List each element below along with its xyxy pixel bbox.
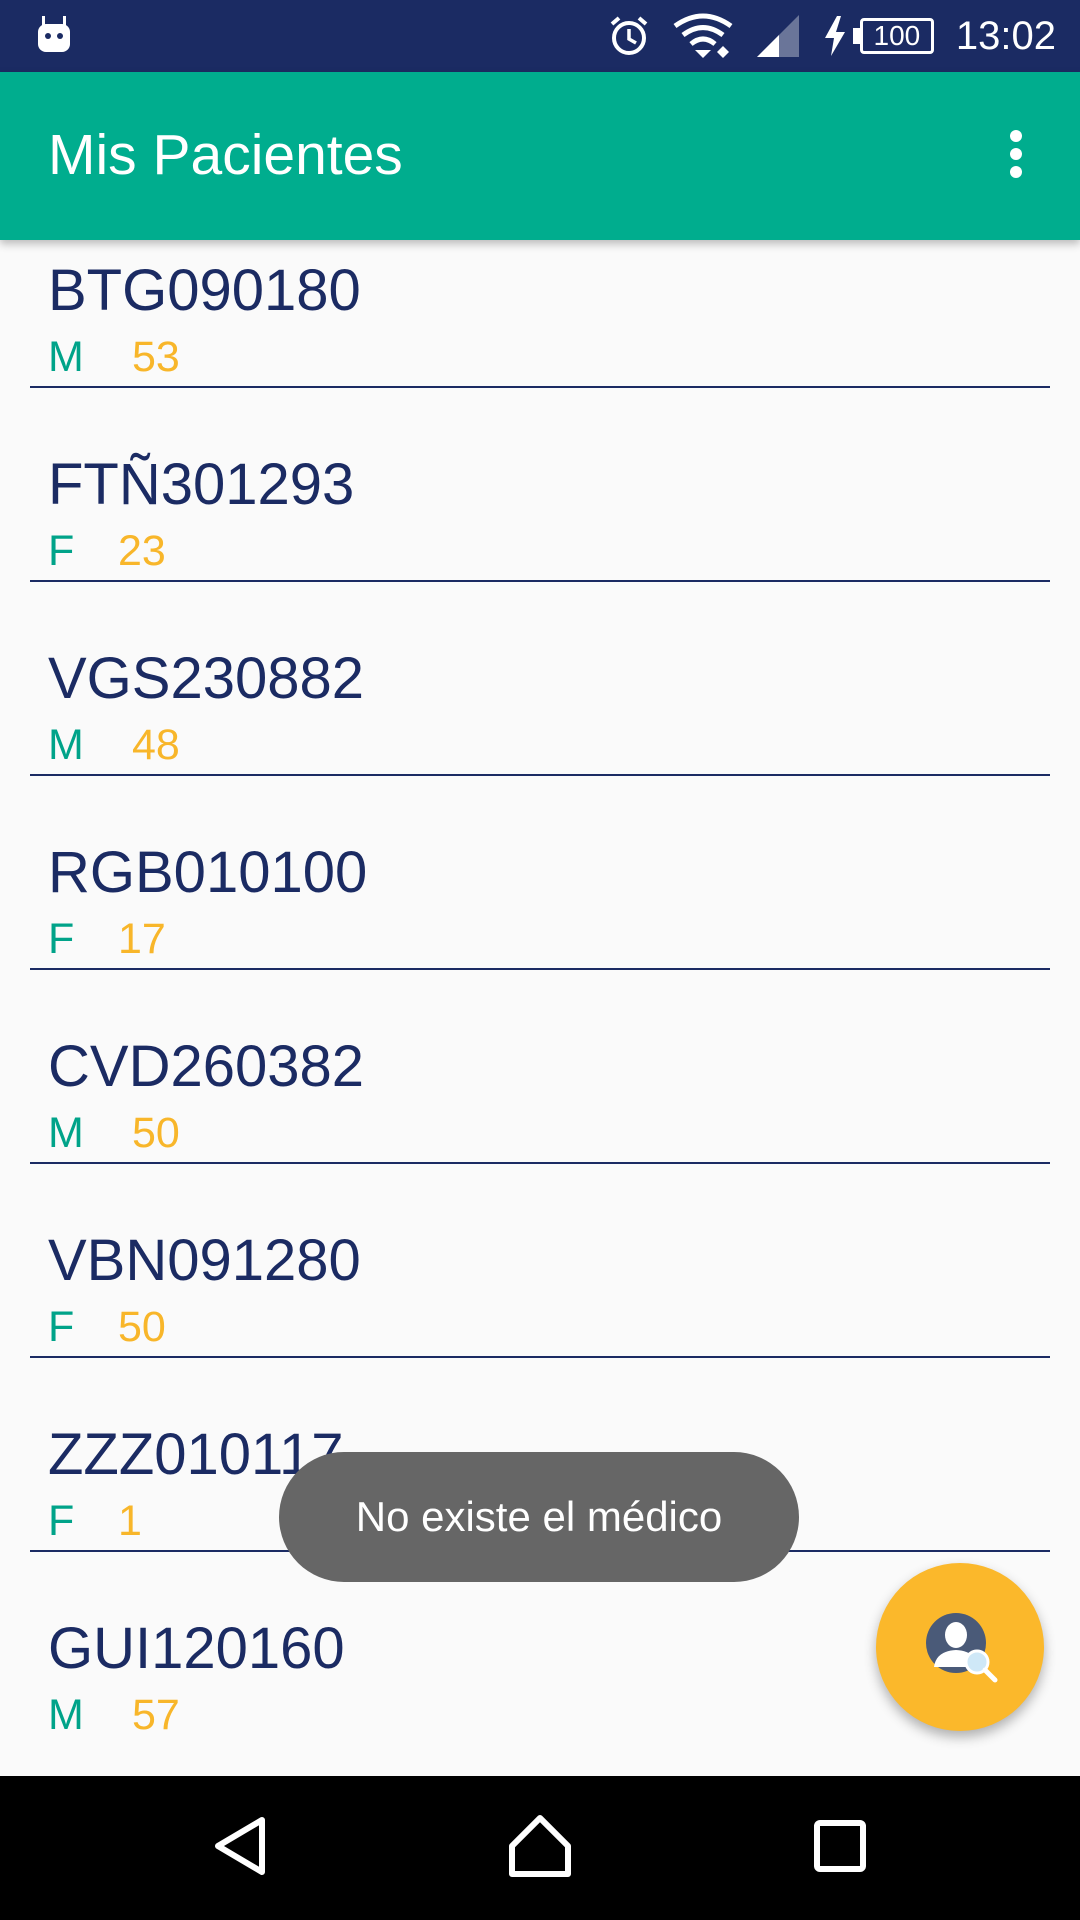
patient-age: 53 [132,333,180,381]
alarm-icon [607,14,651,58]
patient-sex: M [48,333,84,381]
recents-icon [812,1818,868,1879]
patient-row[interactable]: FTÑ301293 F 23 [0,388,1080,582]
patient-age: 17 [118,915,166,963]
patient-age: 48 [132,721,180,769]
overflow-menu-icon [1008,129,1024,184]
patient-age: 50 [118,1303,166,1351]
home-button[interactable] [500,1808,580,1888]
patient-code: VGS230882 [48,646,365,711]
patient-sex: M [48,1109,84,1157]
patient-row[interactable]: CVD260382 M 50 [0,970,1080,1164]
search-doctor-button[interactable] [876,1563,1044,1731]
screen: 100 13:02 Mis Pacientes BTG090180 M 53 F… [0,0,1080,1920]
patient-code: CVD260382 [48,1034,364,1099]
status-time: 13:02 [955,13,1056,58]
patient-details: F 23 [48,530,166,573]
overflow-menu-button[interactable] [982,122,1050,190]
status-bar: 100 13:02 [0,0,1080,72]
back-icon [210,1814,270,1883]
status-icons: 100 13:02 [607,0,1056,72]
patient-code: RGB010100 [48,840,368,905]
app-bar: Mis Pacientes [0,72,1080,240]
patient-code: VBN091280 [48,1228,361,1293]
patient-sex: F [48,1497,75,1545]
patient-details: M 48 [48,724,180,767]
patient-code: BTG090180 [48,258,361,323]
patient-details: F1 [48,1500,142,1543]
toast-message: No existe el médico [279,1452,799,1582]
android-notification-icon [36,14,72,54]
patient-details: M 53 [48,336,180,379]
patient-age: 50 [132,1109,180,1157]
patient-details: M 57 [48,1694,180,1737]
battery-icon: 100 [852,18,934,54]
patient-sex: F [48,527,75,575]
navigation-bar [0,1776,1080,1920]
patient-details: F 50 [48,1306,166,1349]
wifi-icon [673,12,733,60]
patient-row[interactable]: VGS230882 M 48 [0,582,1080,776]
battery-level: 100 [859,18,934,54]
patient-sex: M [48,721,84,769]
patient-details: M 50 [48,1112,180,1155]
patient-code: GUI120160 [48,1616,345,1681]
back-button[interactable] [200,1808,280,1888]
page-title: Mis Pacientes [48,123,403,187]
search-doctor-icon [920,1605,1000,1690]
cell-signal-icon [755,13,801,59]
patient-age: 23 [118,527,166,575]
patient-row[interactable]: BTG090180 M 53 [0,240,1080,388]
charging-icon [823,16,847,56]
patient-details: F 17 [48,918,166,961]
patient-sex: F [48,1303,75,1351]
patient-age: 57 [132,1691,180,1739]
patient-sex: M [48,1691,84,1739]
patient-row[interactable]: VBN091280 F 50 [0,1164,1080,1358]
patient-sex: F [48,915,75,963]
recents-button[interactable] [800,1808,880,1888]
home-icon [508,1814,572,1883]
patient-code: FTÑ301293 [48,452,355,517]
patient-age: 1 [118,1497,142,1545]
patient-row[interactable]: RGB010100 F 17 [0,776,1080,970]
